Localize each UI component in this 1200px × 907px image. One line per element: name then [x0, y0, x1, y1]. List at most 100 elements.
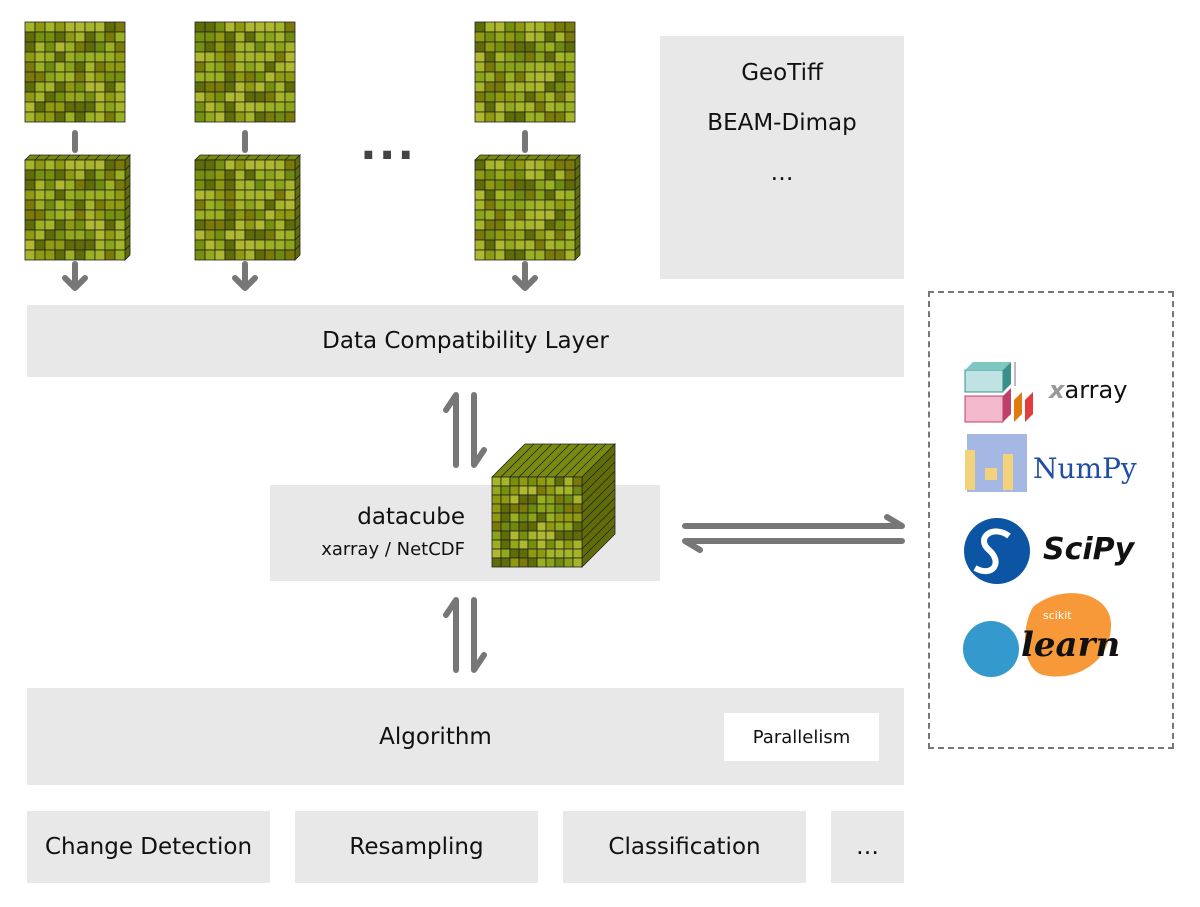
harpoon-up-icon [443, 597, 459, 673]
grid-cell [509, 476, 520, 487]
grid-cell [500, 521, 511, 532]
grid-cell [518, 548, 529, 559]
grid-cell [563, 530, 574, 541]
grid-cell [572, 476, 583, 487]
harpoon-down-icon [471, 597, 487, 673]
grid-cell [572, 494, 583, 505]
grid-cell [491, 557, 502, 568]
grid-cell [536, 476, 547, 487]
scipy-logo: SciPy [963, 516, 1143, 586]
harpoon-left-icon [682, 538, 905, 553]
grid-cell [509, 521, 520, 532]
grid-cell [500, 476, 511, 487]
grid-cell [500, 485, 511, 496]
grid-cell [545, 548, 556, 559]
grid-cell [518, 503, 529, 514]
grid-cell [509, 512, 520, 523]
grid-cell [527, 476, 538, 487]
harpoon-right-icon [682, 514, 905, 529]
grid-cell [491, 521, 502, 532]
grid-cell [527, 494, 538, 505]
grid-cell [536, 557, 547, 568]
app-more: … [831, 811, 904, 883]
grid-cell [518, 512, 529, 523]
scipy-label: SciPy [1043, 532, 1135, 567]
grid-cell [500, 503, 511, 514]
grid-cell [563, 485, 574, 496]
grid-cell [554, 548, 565, 559]
grid-cell [518, 494, 529, 505]
grid-cell [527, 503, 538, 514]
grid-cell [554, 530, 565, 541]
grid-cell [572, 548, 583, 559]
grid-cell [536, 530, 547, 541]
grid-cell [500, 530, 511, 541]
algorithm-box: Algorithm Parallelism [27, 688, 904, 785]
scikit-prefix: scikit [1043, 609, 1072, 622]
grid-cell [491, 548, 502, 559]
grid-cell [563, 521, 574, 532]
grid-cell [572, 557, 583, 568]
grid-cell [491, 485, 502, 496]
grid-cell [554, 539, 565, 550]
grid-cell [509, 503, 520, 514]
algorithm-label: Algorithm [379, 723, 492, 750]
grid-cell [509, 557, 520, 568]
grid-cell [536, 485, 547, 496]
grid-cell [554, 512, 565, 523]
numpy-label: NumPy [1033, 452, 1137, 485]
grid-cell [536, 521, 547, 532]
grid-cell [509, 494, 520, 505]
grid-cell [536, 503, 547, 514]
grid-cell [554, 494, 565, 505]
grid-cell [491, 503, 502, 514]
grid-cell [545, 485, 556, 496]
grid-cell [518, 557, 529, 568]
grid-cell [545, 503, 556, 514]
grid-cell [491, 539, 502, 550]
grid-cell [572, 539, 583, 550]
grid-cell [518, 530, 529, 541]
grid-cell [572, 521, 583, 532]
grid-cell [518, 539, 529, 550]
grid-cell [500, 512, 511, 523]
grid-cell [563, 503, 574, 514]
grid-cell [491, 530, 502, 541]
grid-cell [536, 539, 547, 550]
grid-cell [554, 557, 565, 568]
parallelism-box: Parallelism [724, 713, 879, 761]
grid-cell [500, 548, 511, 559]
grid-cell [509, 485, 520, 496]
grid-cell [545, 494, 556, 505]
grid-cell [563, 476, 574, 487]
xarray-label: array [1064, 376, 1128, 404]
grid-cell [518, 476, 529, 487]
grid-cell [527, 521, 538, 532]
harpoon-down-icon [471, 392, 487, 468]
grid-cell [509, 548, 520, 559]
xarray-logo: xarray [963, 360, 1143, 424]
grid-cell [563, 557, 574, 568]
grid-cell [563, 494, 574, 505]
grid-cell [491, 512, 502, 523]
grid-cell [536, 548, 547, 559]
grid-cell [527, 512, 538, 523]
numpy-logo: NumPy [963, 432, 1143, 496]
grid-cell [554, 485, 565, 496]
grid-cell [527, 557, 538, 568]
grid-cell [554, 476, 565, 487]
grid-cell [545, 521, 556, 532]
grid-cell [563, 512, 574, 523]
grid-cell [545, 557, 556, 568]
grid-cell [545, 512, 556, 523]
grid-cell [500, 494, 511, 505]
app-resampling: Resampling [295, 811, 538, 883]
harpoon-up-icon [443, 392, 459, 468]
grid-cell [527, 539, 538, 550]
grid-cell [518, 521, 529, 532]
grid-cell [509, 530, 520, 541]
grid-cell [491, 476, 502, 487]
grid-cell [572, 512, 583, 523]
scikit-learn-logo: scikit learn [963, 587, 1143, 682]
grid-cell [527, 548, 538, 559]
